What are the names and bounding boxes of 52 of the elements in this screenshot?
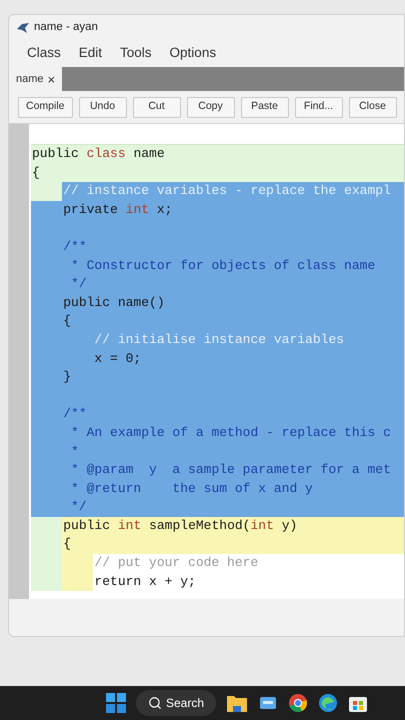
search-icon	[148, 696, 162, 710]
code-text: }	[63, 368, 72, 386]
chrome-icon[interactable]	[288, 693, 308, 713]
menu-item[interactable]: Options	[162, 42, 224, 64]
code-text: x;	[156, 200, 172, 219]
close-icon[interactable]: ×	[48, 72, 56, 86]
editor-tab[interactable]: name ×	[9, 67, 62, 91]
code-text: sampleMethod(	[149, 516, 250, 535]
window-title: name - ayan	[34, 20, 98, 36]
toolbar-button[interactable]: Compile	[18, 96, 73, 118]
menu-item[interactable]: Edit	[70, 42, 110, 64]
comment-text: /**	[63, 238, 87, 256]
menu-item[interactable]: Tools	[112, 42, 160, 64]
comment-text: * @param y a sample parameter for a met	[71, 461, 391, 480]
toolbar-button[interactable]: Copy	[186, 96, 235, 118]
code-text: {	[63, 535, 72, 554]
folder-icon[interactable]	[226, 693, 248, 713]
comment-text: // initialise instance variables	[94, 330, 344, 349]
code-text: return x + y;	[94, 572, 196, 591]
keyword-text: int	[250, 516, 274, 535]
code-text: {	[63, 312, 72, 330]
window-icon[interactable]	[258, 695, 278, 711]
code-text: name	[133, 145, 165, 163]
windows-icon[interactable]	[106, 693, 126, 713]
bird-icon	[16, 22, 30, 34]
code-text: y)	[282, 516, 298, 535]
keyword-text: int	[126, 200, 150, 219]
comment-text: * An example of a method - replace this c	[71, 424, 391, 442]
toolbar-button[interactable]: Undo	[78, 96, 127, 118]
toolbar-button[interactable]: Paste	[240, 96, 289, 118]
code-text: public	[32, 145, 79, 163]
comment-text: /**	[63, 405, 87, 424]
comment-text: */	[71, 498, 87, 516]
comment-text: // put your code here	[94, 554, 258, 572]
comment-text: *	[71, 442, 79, 460]
code-text: public	[63, 516, 110, 535]
search-box[interactable]: Search	[136, 690, 216, 716]
code-text: public name()	[63, 294, 165, 312]
keyword-text: class	[86, 145, 126, 163]
comment-text: * Constructor for objects of class name	[71, 256, 376, 275]
comment-text: * @return the sum of x and y	[71, 480, 313, 498]
browser-icon[interactable]	[318, 693, 338, 713]
code-text: {	[32, 164, 40, 182]
toolbar-button[interactable]: Close	[348, 96, 397, 118]
toolbar-button[interactable]: Find...	[294, 96, 343, 118]
keyword-text: int	[118, 516, 142, 535]
comment-text: */	[71, 275, 87, 294]
code-text: private	[63, 200, 118, 219]
toolbar-button[interactable]: Cut	[132, 96, 181, 118]
code-text: x = 0;	[94, 350, 142, 368]
comment-text: // instance variables - replace the exampl	[63, 182, 391, 200]
menu-item[interactable]: Class	[19, 42, 69, 64]
